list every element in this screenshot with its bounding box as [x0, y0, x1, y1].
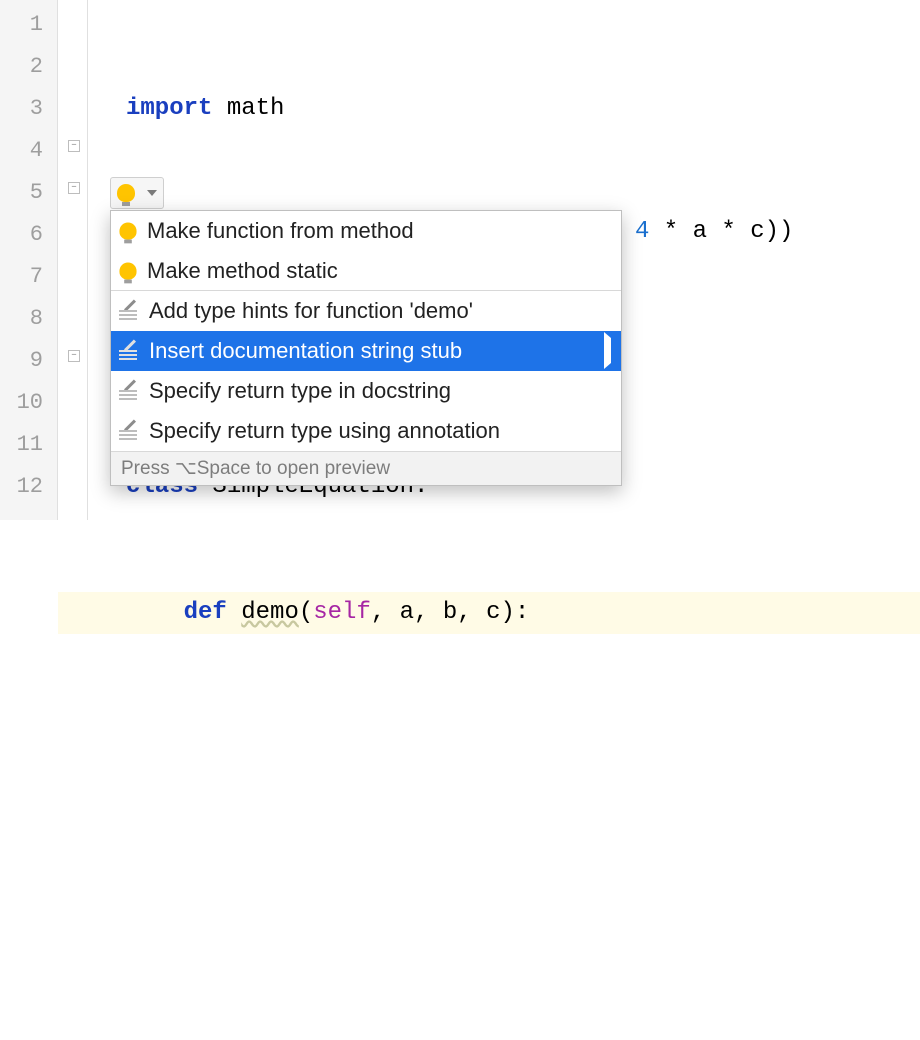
code-line — [126, 970, 920, 1012]
intention-actions-popup: Make function from method Make method sta… — [110, 210, 622, 486]
line-number: 5 — [0, 172, 43, 214]
code-line — [126, 844, 920, 886]
fold-marker[interactable]: – — [68, 182, 80, 194]
intention-action-label: Make function from method — [147, 218, 414, 244]
line-number: 12 — [0, 466, 43, 508]
code-line — [126, 718, 920, 760]
fold-gutter: – – – — [58, 0, 88, 520]
popup-footer-hint: Press ⌥Space to open preview — [111, 451, 621, 485]
code-line: import math — [126, 88, 920, 130]
line-number-gutter: 123456789101112 — [0, 0, 58, 520]
intention-action-label: Insert documentation string stub — [149, 338, 462, 364]
fold-marker[interactable]: – — [68, 350, 80, 362]
edit-icon — [119, 422, 139, 440]
line-number: 6 — [0, 214, 43, 256]
intention-action-label: Add type hints for function 'demo' — [149, 298, 473, 324]
line-number: 8 — [0, 298, 43, 340]
line-number: 10 — [0, 382, 43, 424]
code-fragment: 4 * a * c)) — [635, 218, 793, 245]
lightbulb-icon — [117, 184, 135, 202]
intention-action-item[interactable]: Insert documentation string stub — [111, 331, 621, 371]
intention-action-item[interactable]: Make method static — [111, 251, 621, 291]
line-number: 1 — [0, 4, 43, 46]
intention-action-item[interactable]: Make function from method — [111, 211, 621, 251]
lightbulb-icon — [119, 222, 136, 239]
lightbulb-icon — [119, 262, 136, 279]
intention-action-label: Specify return type using annotation — [149, 418, 500, 444]
chevron-right-icon — [604, 332, 611, 369]
chevron-down-icon — [147, 190, 157, 196]
intention-action-label: Make method static — [147, 258, 338, 284]
intention-action-item[interactable]: Specify return type in docstring — [111, 371, 621, 411]
code-line-current: def demo(self, a, b, c): — [58, 592, 920, 634]
fold-marker[interactable]: – — [68, 140, 80, 152]
line-number: 3 — [0, 88, 43, 130]
intention-action-item[interactable]: Add type hints for function 'demo' — [111, 291, 621, 331]
edit-icon — [119, 302, 139, 320]
edit-icon — [119, 382, 139, 400]
edit-icon — [119, 342, 139, 360]
line-number: 7 — [0, 256, 43, 298]
line-number: 4 — [0, 130, 43, 172]
intention-action-item[interactable]: Specify return type using annotation — [111, 411, 621, 451]
line-number: 9 — [0, 340, 43, 382]
line-number: 2 — [0, 46, 43, 88]
intention-bulb-button[interactable] — [110, 177, 164, 209]
intention-action-label: Specify return type in docstring — [149, 378, 451, 404]
line-number: 11 — [0, 424, 43, 466]
